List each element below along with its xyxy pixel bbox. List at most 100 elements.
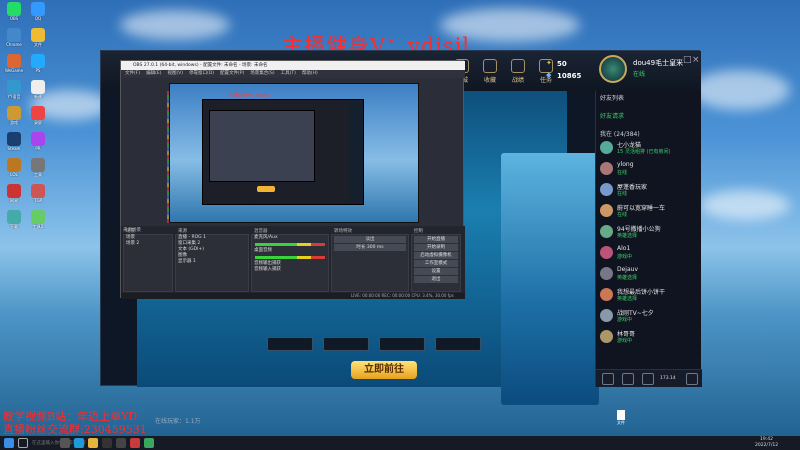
app-icon [7, 184, 21, 198]
transition-select[interactable]: 淡出 [334, 236, 406, 243]
minimize-button[interactable]: — [673, 55, 682, 65]
obs-preview[interactable]: 主播健身V：ydjsjl [169, 83, 419, 223]
desktop-shortcut[interactable]: 工具2 [27, 210, 49, 229]
start-streaming-button[interactable]: 开始直播 [414, 236, 458, 243]
app-icon [7, 158, 21, 172]
desktop-shortcut[interactable]: LOL [3, 158, 25, 177]
app-icon [31, 80, 45, 94]
audio-meter[interactable] [255, 243, 325, 246]
virtual-camera-button[interactable]: 启动虚拟摄像机 [414, 252, 458, 259]
user-avatar[interactable] [599, 55, 627, 83]
friend-avatar [600, 141, 613, 154]
go-now-button[interactable]: 立即前往 [351, 361, 417, 379]
bag-icon[interactable] [622, 373, 634, 385]
obs-menu-item[interactable]: 场景集合(S) [250, 71, 274, 76]
friend-list-item[interactable]: 七小龙猫 15 灵活组排 (已有房间) [600, 139, 700, 157]
desktop-shortcut[interactable]: WeGame [3, 54, 25, 73]
desktop-shortcut[interactable]: 文件 [27, 28, 49, 47]
source-item[interactable]: 显示器 1 [176, 259, 248, 265]
app-icon [7, 210, 21, 224]
friend-status: 在线 [617, 170, 628, 176]
exit-button[interactable]: 退出 [414, 276, 458, 283]
chat-icon[interactable] [602, 373, 614, 385]
desktop-shortcut[interactable]: QQ [27, 2, 49, 21]
obs-title: OBS 27.0.1 (64-bit, windows) - 配置文件: 未命名… [121, 61, 465, 70]
reward-slot[interactable] [323, 337, 369, 351]
friend-list-item[interactable]: 我想最后饼小饼干 英雄选择 [600, 286, 700, 304]
friend-list-item[interactable]: 蔚可以宽穿睡一车 在线 [600, 202, 700, 220]
friend-list-item[interactable]: 94号撒播小公狗 英雄选择 [600, 223, 700, 241]
app-icon [7, 28, 21, 42]
reward-slot[interactable] [435, 337, 481, 351]
obs-menu-item[interactable]: 工具(T) [281, 71, 296, 76]
file-icon [617, 410, 625, 420]
friends-panel: 好友列表 好友请求 我在 (24/384) 七小龙猫 15 灵活组排 (已有房间)… [595, 91, 702, 387]
event-banner-image [501, 153, 599, 405]
desktop-shortcut[interactable]: Chrome [3, 28, 25, 47]
nav-item-record[interactable]: 战绩 [503, 59, 533, 84]
nested-go-button [257, 186, 275, 192]
store-icon[interactable] [102, 438, 112, 448]
friend-status: 英雄选择 [617, 296, 638, 302]
points-icon: ◆ [546, 71, 552, 79]
close-window-button[interactable]: × [692, 55, 700, 65]
obs-menu-item[interactable]: 编辑(E) [146, 71, 161, 76]
chrome-taskbar-icon[interactable] [144, 438, 154, 448]
edge-icon[interactable] [74, 438, 84, 448]
desktop-shortcut[interactable]: PR [27, 132, 49, 151]
start-icon[interactable] [4, 438, 14, 448]
search-icon[interactable] [18, 438, 28, 448]
reward-slot[interactable] [379, 337, 425, 351]
friend-list-item[interactable]: 战刚TV~七夕 游戏中 [600, 307, 700, 325]
obs-menu-item[interactable]: 配置文件(P) [220, 71, 244, 76]
start-recording-button[interactable]: 开始录制 [414, 244, 458, 251]
friend-group-header[interactable]: 我在 (24/384) [600, 129, 640, 138]
bottom-right-count: 173.14 [660, 376, 676, 381]
desktop-shortcut[interactable]: 录屏 [27, 106, 49, 125]
friend-avatar [600, 225, 613, 238]
desktop-shortcut[interactable]: 游戏 [3, 106, 25, 125]
friend-list-item[interactable]: Alo1 游戏中 [600, 244, 700, 262]
transition-duration[interactable]: 时长 300 ms [334, 244, 406, 251]
taskview-icon[interactable] [60, 438, 70, 448]
scene-item[interactable]: 场景 2 [124, 241, 172, 247]
audio-meter[interactable] [255, 256, 325, 259]
desktop-shortcut[interactable]: OBS [3, 2, 25, 21]
friend-list-item[interactable]: ylong 在线 [600, 160, 700, 178]
desktop-shortcut[interactable]: YY语音 [3, 80, 25, 99]
settings-button[interactable]: 设置 [414, 268, 458, 275]
friend-list-item[interactable]: Dejauv 英雄选择 [600, 265, 700, 283]
record-icon [511, 59, 525, 73]
desktop-shortcut[interactable]: TGP [27, 184, 49, 203]
desktop-shortcut[interactable]: 下载 [3, 210, 25, 229]
desktop-shortcut[interactable]: 网易 [3, 184, 25, 203]
friends-bottom-bar: 173.14 [596, 369, 702, 387]
obs-taskbar-icon[interactable] [116, 438, 126, 448]
transitions-dock: 转场特效 淡出 时长 300 ms [331, 229, 409, 292]
friend-requests-tab[interactable]: 好友请求 [600, 111, 624, 120]
obs-menu-item[interactable]: 文件(F) [125, 71, 140, 76]
collection-icon [483, 59, 497, 73]
explorer-icon[interactable] [88, 438, 98, 448]
settings-icon[interactable] [686, 373, 698, 385]
desktop-shortcut[interactable]: 工具 [27, 158, 49, 177]
desktop-shortcut[interactable]: PS [27, 54, 49, 73]
friend-list-item[interactable]: 屋蓬香玩家 在线 [600, 181, 700, 199]
desktop-shortcut[interactable]: Steam [3, 132, 25, 151]
reward-slot[interactable] [267, 337, 313, 351]
desktop-icons: OBS Chrome WeGame YY语音游戏 Steam LOL 网易下载 QQ 文件 PS 新… [0, 0, 50, 420]
mic-icon[interactable] [642, 373, 654, 385]
friend-list-item[interactable]: 林哥哥 游戏中 [600, 328, 700, 346]
desktop-file[interactable]: 文件 [614, 410, 628, 426]
desktop-shortcut[interactable]: 新建 [27, 80, 49, 99]
studio-mode-button[interactable]: 工作室模式 [414, 260, 458, 267]
obs-menu-item[interactable]: 帮助(H) [302, 71, 318, 76]
maximize-button[interactable]: □ [683, 55, 692, 65]
friend-name: Alo1 [617, 245, 631, 252]
obs-menu-bar: 文件(F) 编辑(E) 视图(V) 停靠窗口(D) 配置文件(P) 场景集合(S) 工具(T… [121, 70, 465, 78]
obs-menu-item[interactable]: 停靠窗口(D) [189, 71, 214, 76]
wegame-taskbar-icon[interactable] [130, 438, 140, 448]
sky-cloud [690, 70, 790, 110]
obs-menu-item[interactable]: 视图(V) [167, 71, 183, 76]
nav-item-collection[interactable]: 收藏 [475, 59, 505, 84]
